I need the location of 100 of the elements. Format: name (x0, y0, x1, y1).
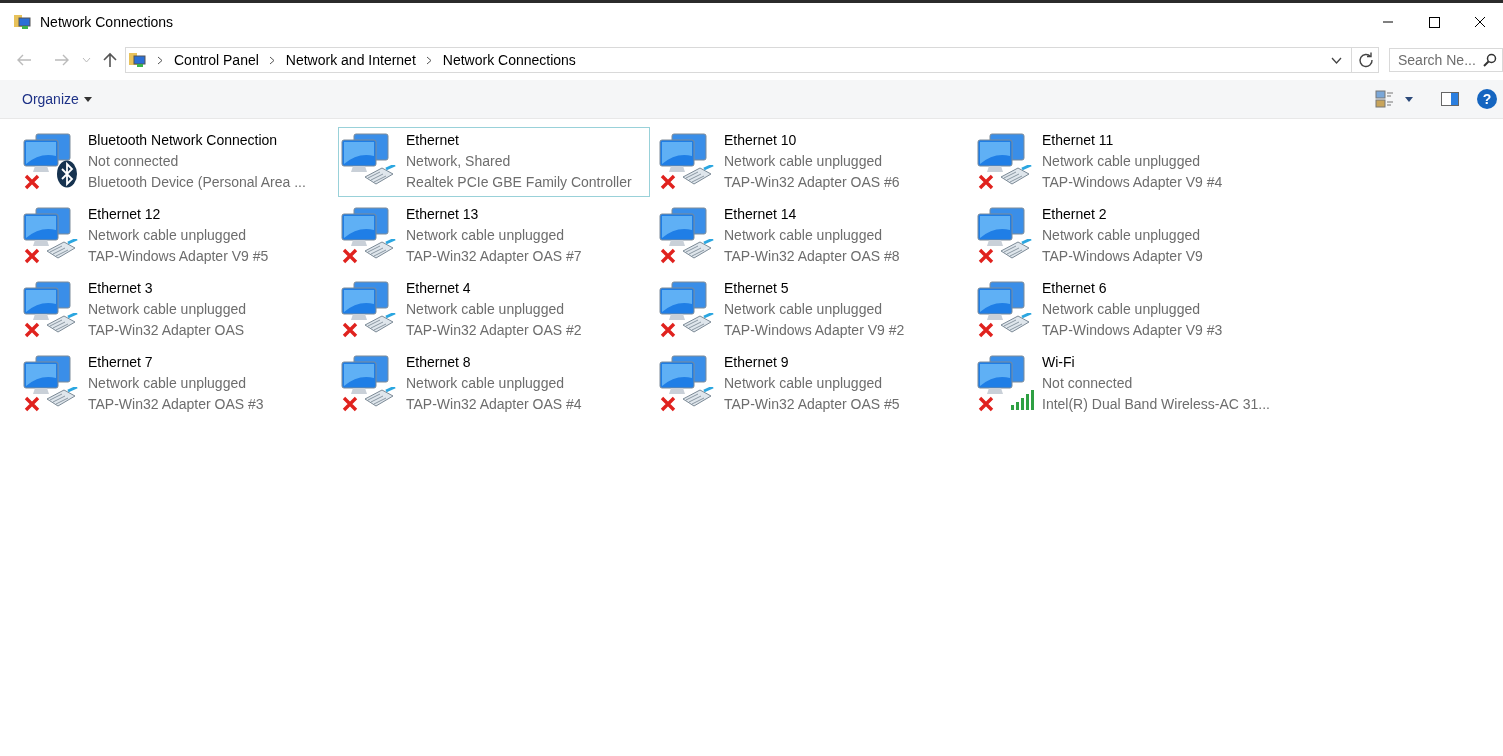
caret-icon (83, 96, 92, 102)
breadcrumb-link[interactable]: Control Panel (174, 52, 259, 68)
adapter-name: TAP-Win32 Adapter OAS #7 (406, 247, 582, 266)
connection-item[interactable]: Ethernet 11 Network cable unplugged TAP-Windows Adapter V9 #4 (974, 127, 1286, 197)
network-cable-icon (44, 239, 78, 261)
network-cable-icon (680, 313, 714, 335)
adapter-name: TAP-Win32 Adapter OAS (88, 321, 246, 340)
chevron-down-icon[interactable] (1331, 56, 1342, 64)
network-cable-icon (44, 387, 78, 409)
search-field[interactable]: Search Ne... (1389, 48, 1503, 72)
connection-status: Network cable unplugged (88, 226, 247, 245)
connection-status: Network cable unplugged (406, 374, 565, 393)
network-cable-icon (362, 239, 396, 261)
adapter-name: TAP-Windows Adapter V9 (1042, 247, 1203, 266)
connection-name: Ethernet (406, 131, 460, 150)
connection-status: Network, Shared (406, 152, 512, 171)
network-cable-icon (998, 165, 1032, 187)
preview-pane-icon[interactable] (1441, 92, 1459, 106)
view-options-icon[interactable] (1375, 90, 1395, 108)
connection-name: Ethernet 4 (406, 279, 472, 298)
chevron-right-icon (268, 55, 275, 65)
adapter-name: TAP-Windows Adapter V9 #4 (1042, 173, 1223, 192)
organize-menu-button[interactable]: Organize (14, 87, 100, 111)
adapter-name: TAP-Windows Adapter V9 #5 (88, 247, 269, 266)
connection-item[interactable]: Ethernet 5 Network cable unplugged TAP-Windows Adapter V9 #2 (656, 275, 968, 345)
network-cable-icon (362, 313, 396, 335)
adapter-name: TAP-Windows Adapter V9 #3 (1042, 321, 1223, 340)
bluetooth-icon (56, 160, 78, 188)
connection-status: Network cable unplugged (724, 300, 883, 319)
connection-name: Ethernet 8 (406, 353, 472, 372)
breadcrumb-link[interactable]: Network Connections (442, 52, 576, 68)
chevron-right-icon (425, 55, 432, 65)
connection-name: Ethernet 6 (1042, 279, 1108, 298)
connection-status: Network cable unplugged (88, 300, 246, 319)
connection-item[interactable]: Ethernet 8 Network cable unplugged TAP-Win32 Adapter OAS #4 (338, 349, 650, 419)
network-folder-icon (14, 13, 32, 30)
network-cable-icon (680, 165, 714, 187)
connection-name: Ethernet 10 (724, 131, 798, 150)
connection-item[interactable]: Ethernet 2 Network cable unplugged TAP-Windows Adapter V9 (974, 201, 1286, 271)
connection-status: Network cable unplugged (724, 152, 883, 171)
connection-item[interactable]: Ethernet 10 Network cable unplugged TAP-Win32 Adapter OAS #6 (656, 127, 968, 197)
connection-status: Network cable unplugged (406, 226, 565, 245)
connection-item[interactable]: Ethernet 12 Network cable unplugged TAP-Windows Adapter V9 #5 (20, 201, 332, 271)
connection-status: Not connected (88, 152, 180, 171)
connection-name: Ethernet 5 (724, 279, 790, 298)
connection-name: Ethernet 12 (88, 205, 162, 224)
connection-status: Network cable unplugged (88, 374, 247, 393)
adapter-name: TAP-Windows Adapter V9 #2 (724, 321, 905, 340)
connection-item[interactable]: Ethernet 4 Network cable unplugged TAP-Win32 Adapter OAS #2 (338, 275, 650, 345)
connection-name: Wi-Fi (1042, 353, 1076, 372)
connection-status: Network cable unplugged (1042, 300, 1201, 319)
dropdown-arrow-icon[interactable] (1405, 96, 1413, 102)
connection-name: Ethernet 14 (724, 205, 798, 224)
network-cable-icon (998, 313, 1032, 335)
adapter-name: TAP-Win32 Adapter OAS #3 (88, 395, 264, 414)
connection-status: Network cable unplugged (406, 300, 565, 319)
adapter-name: TAP-Win32 Adapter OAS #5 (724, 395, 900, 414)
adapter-name: TAP-Win32 Adapter OAS #2 (406, 321, 582, 340)
adapter-name: Bluetooth Device (Personal Area ... (88, 173, 306, 192)
connection-item[interactable]: Wi-Fi Not connected Intel(R) Dual Band Wireless-AC 31... (974, 349, 1286, 419)
close-icon (1474, 15, 1486, 28)
connection-status: Network cable unplugged (724, 226, 883, 245)
maximize-icon (1428, 15, 1440, 28)
adapter-name: Intel(R) Dual Band Wireless-AC 31... (1042, 395, 1270, 414)
network-cable-icon (362, 165, 396, 187)
help-button[interactable]: ? (1477, 89, 1497, 109)
refresh-icon[interactable] (1358, 52, 1374, 68)
connection-item[interactable]: Bluetooth Network Connection Not connected Bluetooth Device (Personal Area ... (20, 127, 332, 197)
window-title: Network Connections (40, 13, 174, 30)
connection-name: Ethernet 2 (1042, 205, 1108, 224)
breadcrumb-link[interactable]: Network and Internet (285, 52, 416, 68)
network-cable-icon (44, 313, 78, 335)
up-arrow-icon[interactable] (103, 52, 117, 68)
adapter-name: TAP-Win32 Adapter OAS #4 (406, 395, 582, 414)
connection-name: Ethernet 3 (88, 279, 154, 298)
connection-name: Ethernet 7 (88, 353, 154, 372)
chevron-right-icon (157, 55, 163, 65)
search-icon (1483, 53, 1497, 67)
connection-status: Network cable unplugged (1042, 226, 1201, 245)
address-bar[interactable]: Control Panel Network and Internet Network Connections (125, 47, 1379, 73)
connection-name: Ethernet 13 (406, 205, 480, 224)
connection-item[interactable]: Ethernet 14 Network cable unplugged TAP-Win32 Adapter OAS #8 (656, 201, 968, 271)
connection-status: Not connected (1042, 374, 1134, 393)
connection-item[interactable]: Ethernet 6 Network cable unplugged TAP-Windows Adapter V9 #3 (974, 275, 1286, 345)
network-cable-icon (998, 239, 1032, 261)
adapter-name: TAP-Win32 Adapter OAS #6 (724, 173, 900, 192)
network-cable-icon (362, 387, 396, 409)
network-folder-icon (129, 52, 147, 68)
adapter-name: TAP-Win32 Adapter OAS #8 (724, 247, 900, 266)
connection-item[interactable]: Ethernet 13 Network cable unplugged TAP-Win32 Adapter OAS #7 (338, 201, 650, 271)
connection-item[interactable]: Ethernet 3 Network cable unplugged TAP-Win32 Adapter OAS (20, 275, 332, 345)
signal-bars-icon (1010, 390, 1036, 410)
connection-item[interactable]: Ethernet 7 Network cable unplugged TAP-Win32 Adapter OAS #3 (20, 349, 332, 419)
connection-name: Ethernet 11 (1042, 131, 1115, 150)
connection-item[interactable]: Ethernet Network, Shared Realtek PCIe GBE Family Controller (338, 127, 650, 197)
connection-name: Bluetooth Network Connection (88, 131, 279, 150)
connection-item[interactable]: Ethernet 9 Network cable unplugged TAP-Win32 Adapter OAS #5 (656, 349, 968, 419)
network-cable-icon (680, 239, 714, 261)
network-cable-icon (680, 387, 714, 409)
connection-status: Network cable unplugged (1042, 152, 1201, 171)
